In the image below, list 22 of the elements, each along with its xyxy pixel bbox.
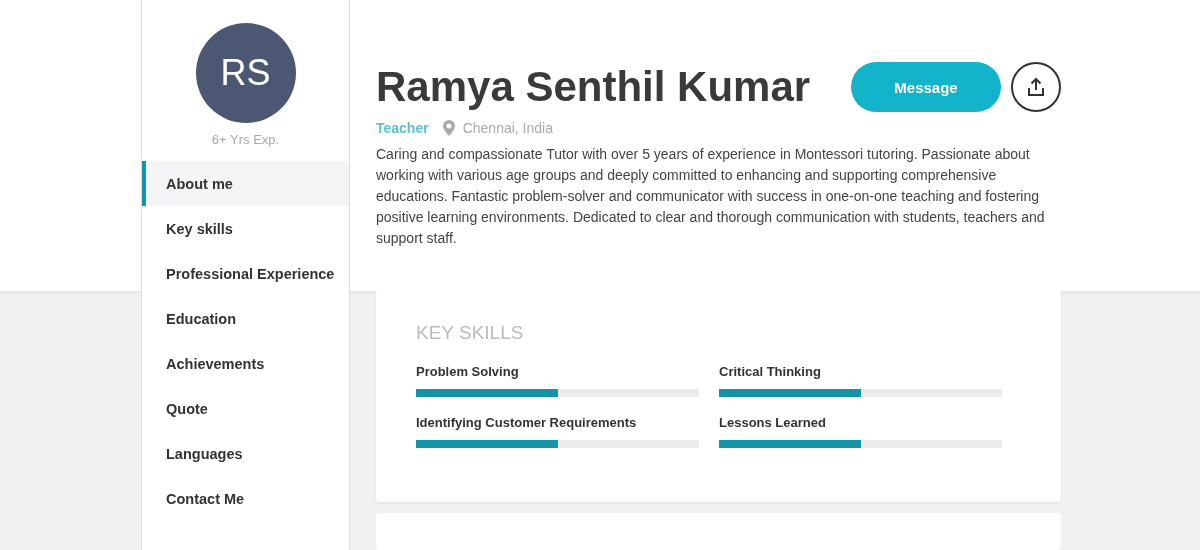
- share-icon: [1026, 77, 1046, 97]
- skill-name: Lessons Learned: [719, 414, 827, 430]
- card-title: KEY SKILLS: [416, 321, 525, 344]
- sidebar-item[interactable]: Languages: [142, 431, 349, 476]
- sidebar-item[interactable]: Education: [142, 296, 349, 341]
- share-button[interactable]: [1011, 62, 1061, 112]
- location-pin-icon: [442, 120, 455, 136]
- location-text: Chennai, India: [462, 120, 553, 136]
- sidebar-item[interactable]: Achievements: [142, 341, 349, 386]
- sidebar-item[interactable]: Quote: [142, 386, 349, 431]
- experience-text: 6+ Yrs Exp.: [211, 132, 280, 147]
- avatar: RS: [195, 23, 296, 123]
- skill-name: Problem Solving: [416, 363, 520, 379]
- bio-text: Caring and compassionate Tutor with over 5 years of experience in Montessori tutoring. Passionate about working with various age groups and deeply committed to enhancing and supporting comprehensive educations. Fantastic problem-solver and communicator with success in one-on-one teaching and fostering positive learning environments. Dedicated to clear and thorough communication with students, teachers and support staff.: [376, 145, 1046, 248]
- sidebar-item[interactable]: Key skills: [142, 206, 349, 251]
- sidebar-item[interactable]: About me: [142, 161, 349, 206]
- skill-name: Identifying Customer Requirements: [416, 414, 638, 430]
- skill-name: Critical Thinking: [719, 363, 822, 379]
- sidebar-item[interactable]: Contact Me: [142, 476, 349, 521]
- profile-name: Ramya Senthil Kumar: [376, 63, 811, 111]
- role-text: Teacher: [376, 120, 429, 136]
- sidebar-item[interactable]: Professional Experience: [142, 251, 349, 296]
